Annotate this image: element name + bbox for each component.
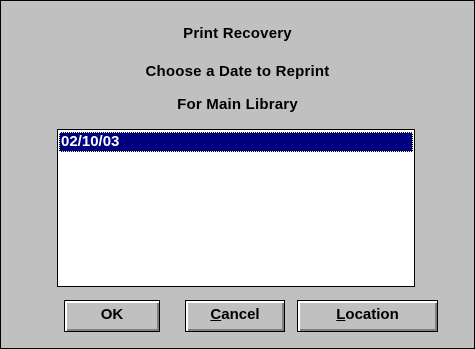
library-label: For Main Library bbox=[177, 96, 298, 113]
location-button-label: Location bbox=[336, 306, 399, 323]
cancel-button-label: Cancel bbox=[210, 306, 260, 323]
print-recovery-dialog: Print Recovery Choose a Date to Reprint … bbox=[0, 0, 475, 349]
dialog-title: Print Recovery bbox=[183, 25, 292, 42]
ok-button-label: OK bbox=[100, 306, 124, 323]
location-button[interactable]: Location bbox=[297, 300, 438, 332]
ok-button[interactable]: OK bbox=[64, 300, 160, 332]
date-listbox[interactable]: 02/10/03 bbox=[57, 129, 415, 287]
dialog-instruction: Choose a Date to Reprint bbox=[145, 63, 330, 80]
cancel-button[interactable]: Cancel bbox=[185, 300, 285, 332]
list-item-selected[interactable]: 02/10/03 bbox=[59, 132, 413, 152]
